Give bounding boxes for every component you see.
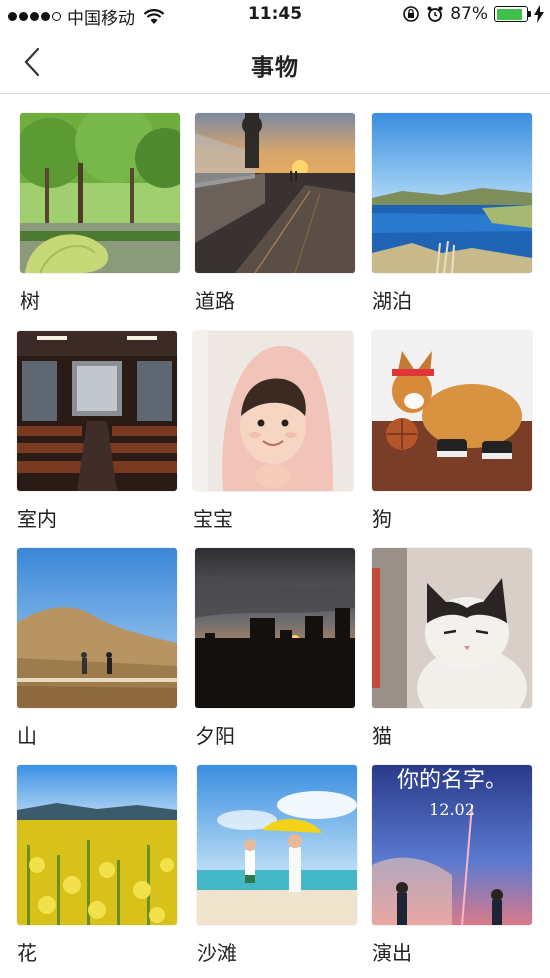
baby-thumbnail [193, 331, 353, 491]
category-item-sunset[interactable]: 夕阳 [195, 548, 365, 763]
category-label: 夕阳 [195, 724, 235, 748]
category-item-tree[interactable]: 树 [20, 113, 190, 328]
alarm-icon [427, 6, 443, 22]
category-item-beach[interactable]: 沙滩 [197, 765, 367, 978]
mountain-thumbnail [17, 548, 177, 708]
charging-bolt-icon [534, 5, 544, 23]
category-item-lake[interactable]: 湖泊 [372, 113, 542, 328]
poster-title: 你的名字。 [397, 768, 507, 793]
battery-icon [494, 6, 531, 22]
category-label: 猫 [372, 724, 392, 748]
indoor-thumbnail [17, 331, 177, 491]
category-label: 树 [20, 289, 40, 313]
category-item-baby[interactable]: 宝宝 [193, 331, 363, 546]
category-item-indoor[interactable]: 室内 [17, 331, 187, 546]
category-label: 狗 [372, 507, 392, 531]
status-bar: 中国移动 11:45 87% [0, 0, 550, 30]
category-label: 室内 [17, 507, 57, 531]
category-label: 宝宝 [193, 507, 233, 531]
category-item-performance[interactable]: 你的名字。 12.02 演出 [372, 765, 542, 978]
category-label: 演出 [372, 941, 412, 965]
dog-thumbnail [372, 331, 532, 491]
tree-thumbnail [20, 113, 180, 273]
cat-thumbnail [372, 548, 532, 708]
category-item-flower[interactable]: 花 [17, 765, 187, 978]
category-label: 沙滩 [197, 941, 237, 965]
navigation-bar: 事物 [0, 30, 550, 94]
category-item-dog[interactable]: 狗 [372, 331, 542, 546]
category-item-road[interactable]: 道路 [195, 113, 365, 328]
lake-thumbnail [372, 113, 532, 273]
category-label: 山 [17, 724, 37, 748]
category-item-cat[interactable]: 猫 [372, 548, 542, 763]
page-title: 事物 [251, 55, 299, 81]
poster-date: 12.02 [429, 800, 475, 819]
road-thumbnail [195, 113, 355, 273]
category-item-mountain[interactable]: 山 [17, 548, 187, 763]
performance-thumbnail: 你的名字。 12.02 [372, 765, 532, 925]
beach-thumbnail [197, 765, 357, 925]
orientation-lock-icon [403, 6, 420, 22]
category-label: 道路 [195, 289, 235, 313]
flower-thumbnail [17, 765, 177, 925]
battery-percent: 87% [450, 4, 488, 24]
category-label: 湖泊 [372, 289, 412, 313]
sunset-thumbnail [195, 548, 355, 708]
category-label: 花 [17, 941, 37, 965]
